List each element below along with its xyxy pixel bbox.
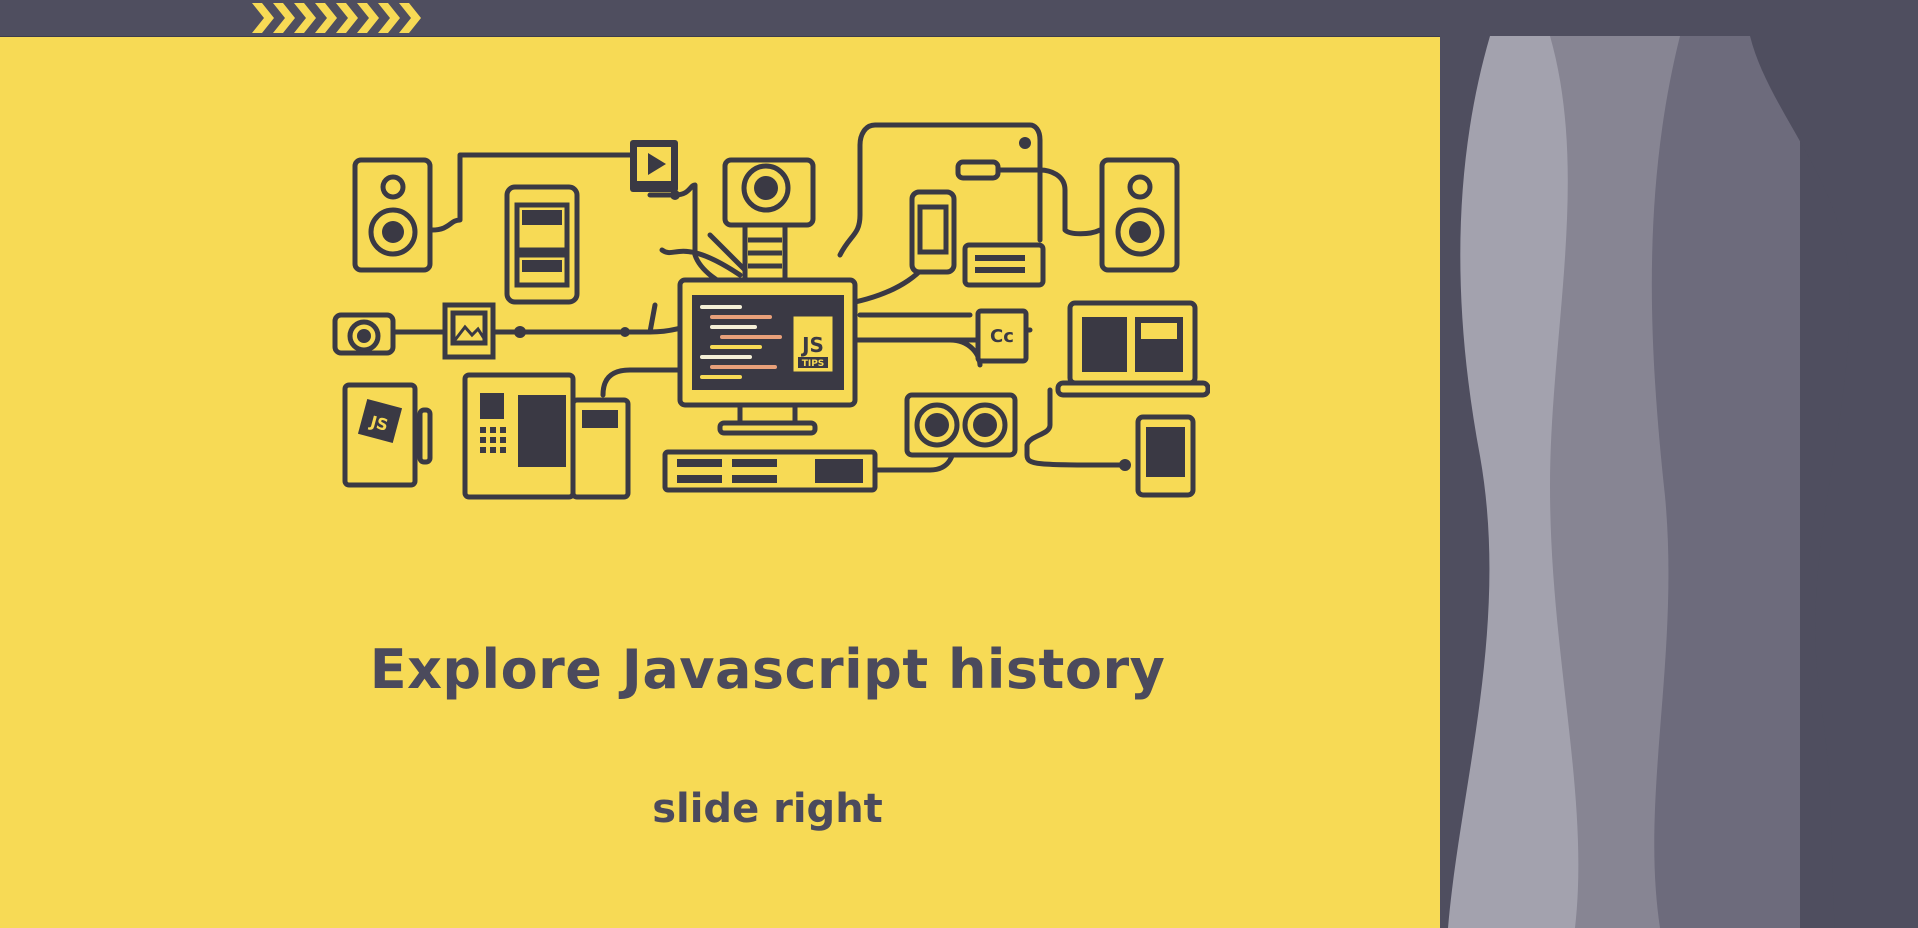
- chevron-progress-icon: [252, 3, 421, 33]
- closed-captions-icon: Cc: [990, 326, 1014, 347]
- js-devices-illustration: JS TIPS Cc JS: [332, 122, 1210, 500]
- wave-curtain[interactable]: [1440, 36, 1918, 928]
- top-bar: [0, 0, 1918, 37]
- page-title: Explore Javascript history: [369, 638, 1166, 701]
- js-tips-label: TIPS: [802, 359, 825, 369]
- js-tips-badge: JS: [800, 333, 824, 357]
- slide-right-hint[interactable]: slide right: [300, 786, 1235, 832]
